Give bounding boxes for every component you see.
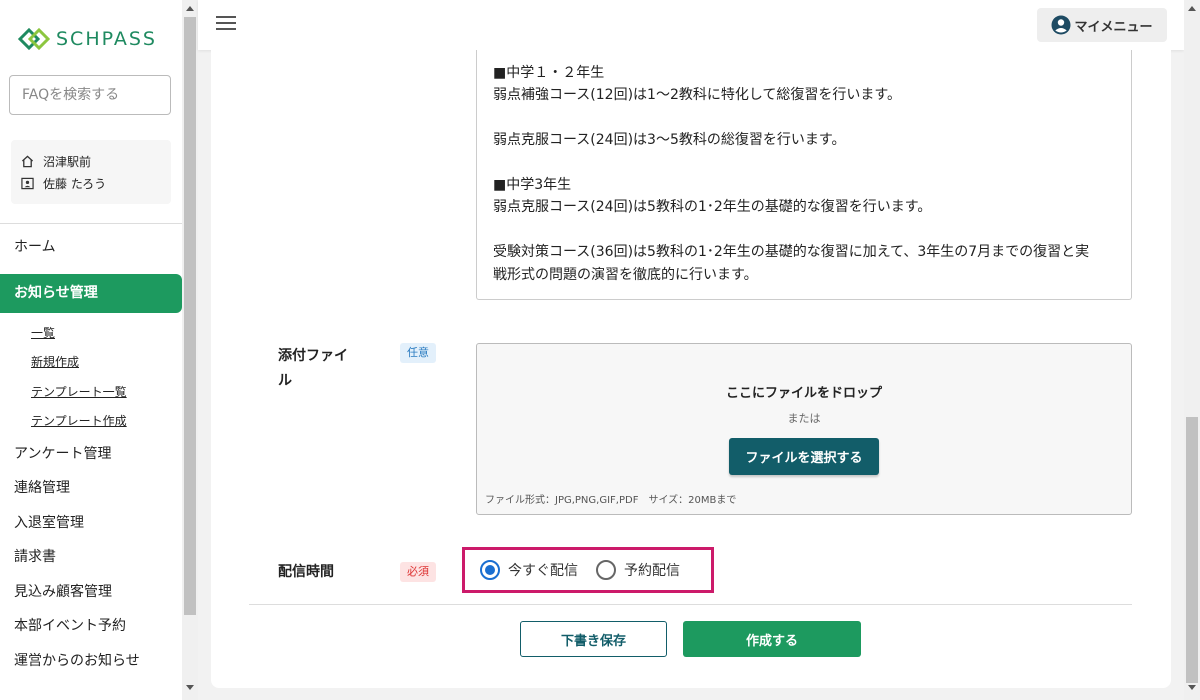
create-button[interactable]: 作成する [683, 621, 861, 657]
select-file-button[interactable]: ファイルを選択する [729, 438, 879, 475]
radio-send-now[interactable]: 今すぐ配信 [480, 560, 578, 580]
body-line: 弱点補強コース(12回)は1〜2教科に特化して総復習を行います。 [493, 87, 902, 104]
radio-scheduled[interactable]: 予約配信 [596, 560, 680, 580]
sidebar-item-notice[interactable]: お知らせ管理 [0, 273, 182, 313]
radio-checked-icon [480, 560, 500, 580]
sidebar-item-hq-event[interactable]: 本部イベント予約 [0, 609, 182, 644]
sidebar-item-survey[interactable]: アンケート管理 [0, 437, 182, 472]
user-info: 沼津駅前 佐藤 たろう [11, 140, 171, 204]
sidebar-nav: ホーム お知らせ管理 一覧 新規作成 テンプレート一覧 テンプレート作成 アンケ… [0, 230, 182, 678]
radio-unchecked-icon [596, 560, 616, 580]
id-card-icon [21, 177, 34, 189]
form-card: ■中学１・２年生 弱点補強コース(12回)は1〜2教科に特化して総復習を行います… [211, 50, 1171, 688]
file-format-hint: ファイル形式：JPG,PNG,GIF,PDF サイズ：20MBまで [485, 495, 737, 506]
body-line: 弱点克服コース(24回)は5教科の1･2年生の基礎的な復習を行います。 [493, 199, 932, 216]
sidebar-subitem-new[interactable]: 新規作成 [0, 348, 182, 378]
user-row: 佐藤 たろう [21, 172, 161, 194]
required-badge: 必須 [400, 562, 436, 582]
attachment-label: 添付ファイ ル [278, 348, 348, 389]
body-textarea[interactable]: ■中学１・２年生 弱点補強コース(12回)は1〜2教科に特化して総復習を行います… [476, 50, 1132, 300]
sidebar-item-home[interactable]: ホーム [0, 230, 182, 265]
sidebar-item-invoice[interactable]: 請求書 [0, 540, 182, 575]
faq-search-input[interactable] [9, 75, 171, 115]
sidebar: SCHPASS 沼津駅前 佐藤 たろう ホーム お知らせ管理 一覧 新規作成 テ… [0, 0, 182, 700]
file-drop-zone[interactable]: ここにファイルをドロップ または ファイルを選択する ファイル形式：JPG,PN… [476, 343, 1132, 515]
sidebar-subitem-template-list[interactable]: テンプレート一覧 [0, 378, 182, 408]
main-scrollbar[interactable] [1184, 0, 1200, 700]
delivery-highlight-frame: 今すぐ配信 予約配信 [462, 547, 714, 593]
sidebar-item-prospect[interactable]: 見込み顧客管理 [0, 575, 182, 610]
sidebar-subitem-template-create[interactable]: テンプレート作成 [0, 407, 182, 437]
main-scroll-thumb[interactable] [1186, 417, 1198, 683]
body-line: ■中学3年生 [493, 177, 572, 193]
scroll-up-arrow-icon[interactable] [186, 6, 194, 11]
account-circle-icon [1051, 15, 1071, 35]
logo-icon [17, 27, 51, 51]
hamburger-menu-icon[interactable] [216, 16, 236, 32]
sidebar-scrollbar[interactable] [182, 0, 198, 700]
radio-scheduled-label: 予約配信 [624, 563, 680, 579]
sidebar-item-ops-notice[interactable]: 運営からのお知らせ [0, 644, 182, 679]
body-line: 受験対策コース(36回)は5教科の1･2年生の基礎的な復習に加えて、3年生の7月… [493, 244, 1090, 261]
scroll-down-arrow-icon[interactable] [186, 685, 194, 690]
logo-text: SCHPASS [56, 28, 157, 50]
logo[interactable]: SCHPASS [16, 26, 157, 52]
school-name: 沼津駅前 [43, 154, 92, 169]
save-draft-button[interactable]: 下書き保存 [520, 621, 667, 657]
body-line: 弱点克服コース(24回)は3〜5教科の総復習を行います。 [493, 132, 846, 149]
top-header: マイメニュー [198, 0, 1184, 50]
school-row: 沼津駅前 [21, 150, 161, 172]
sidebar-item-entry[interactable]: 入退室管理 [0, 506, 182, 541]
drop-title: ここにファイルをドロップ [725, 386, 882, 401]
radio-send-now-label: 今すぐ配信 [508, 563, 578, 579]
delivery-radio-group: 今すぐ配信 予約配信 [480, 560, 698, 580]
sidebar-divider [0, 223, 182, 224]
my-menu-button[interactable]: マイメニュー [1037, 8, 1167, 42]
user-name: 佐藤 たろう [43, 176, 107, 191]
main-scroll-up-arrow-icon[interactable] [1188, 6, 1196, 11]
drop-or-text: または [787, 412, 821, 425]
delivery-time-label: 配信時間 [278, 564, 334, 580]
form-divider [249, 604, 1132, 605]
main-scroll-down-arrow-icon[interactable] [1188, 685, 1196, 690]
sidebar-subitem-list[interactable]: 一覧 [0, 319, 182, 349]
optional-badge: 任意 [400, 343, 436, 363]
sidebar-scroll-thumb[interactable] [184, 17, 196, 615]
body-line: ■中学１・２年生 [493, 65, 605, 81]
home-icon [21, 155, 34, 167]
my-menu-label: マイメニュー [1074, 19, 1153, 35]
body-line: 戦形式の問題の演習を徹底的に行います。 [493, 266, 758, 283]
sidebar-item-contact[interactable]: 連絡管理 [0, 471, 182, 506]
